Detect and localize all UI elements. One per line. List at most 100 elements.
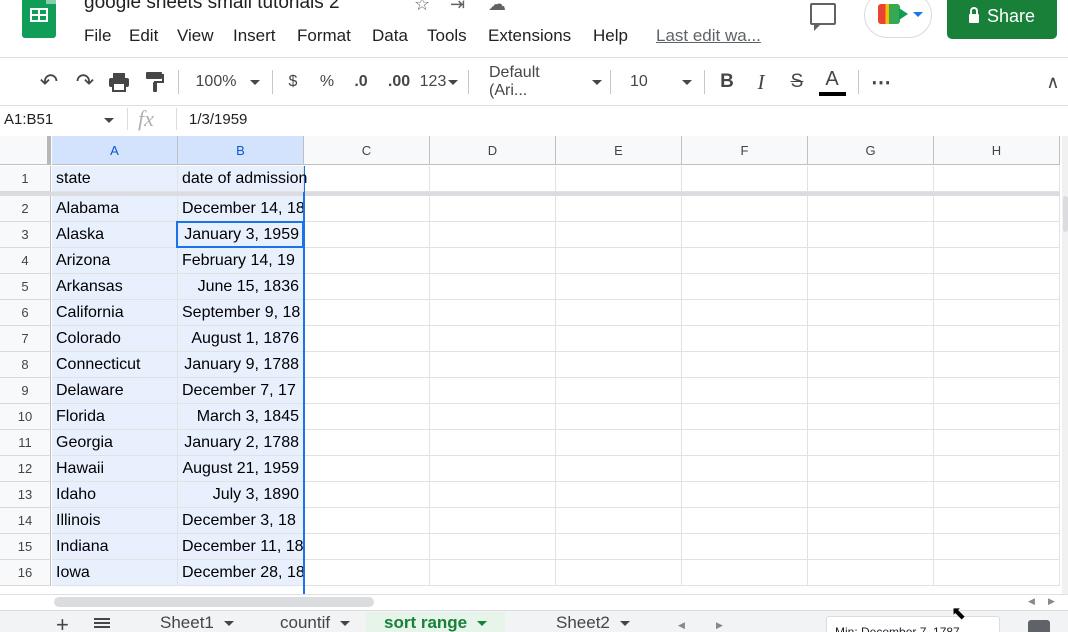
cell-d7[interactable] [430,326,556,352]
cell-a3[interactable]: Alaska [52,222,178,248]
cell-a4[interactable]: Arizona [52,248,178,274]
cell-e13[interactable] [556,482,682,508]
cell-b9[interactable]: December 7, 17 [178,378,304,404]
cell-e12[interactable] [556,456,682,482]
cell-c9[interactable] [304,378,430,404]
column-header-b[interactable]: B [178,136,304,165]
menu-file[interactable]: File [84,26,111,46]
row-header[interactable]: 11 [0,430,51,456]
comment-history-icon[interactable] [810,3,836,31]
cell-b3[interactable]: January 3, 1959 [178,222,304,248]
row-header[interactable]: 2 [0,196,51,222]
cell-e7[interactable] [556,326,682,352]
zoom-select[interactable]: 100% [188,68,268,96]
cell-g3[interactable] [808,222,934,248]
cell-e10[interactable] [556,404,682,430]
cell-h9[interactable] [934,378,1060,404]
move-icon[interactable]: ⇥ [450,0,465,15]
collapse-icon[interactable]: ∧ [1042,68,1064,96]
sheet-tab-countif[interactable]: countif [280,612,351,632]
more-icon[interactable]: ⋯ [868,68,894,96]
cell-c8[interactable] [304,352,430,378]
cell-a16[interactable]: Iowa [52,560,178,586]
cell-c6[interactable] [304,300,430,326]
cell-h6[interactable] [934,300,1060,326]
cell-a6[interactable]: California [52,300,178,326]
cell-e2[interactable] [556,196,682,222]
row-header[interactable]: 1 [0,166,51,192]
cell-e1[interactable] [556,166,682,192]
cell-d16[interactable] [430,560,556,586]
more-formats-select[interactable]: 123 [418,68,460,96]
cell-g5[interactable] [808,274,934,300]
tab-scroll-left-icon[interactable]: ◀ [678,620,685,631]
sheet-tab-sort-range[interactable]: sort range [366,612,506,632]
horizontal-scroll-thumb[interactable] [54,597,374,607]
cell-g1[interactable] [808,166,934,192]
cell-a10[interactable]: Florida [52,404,178,430]
cell-e9[interactable] [556,378,682,404]
cell-h2[interactable] [934,196,1060,222]
explore-icon[interactable] [1028,620,1050,632]
last-edit-link[interactable]: Last edit wa... [656,26,761,46]
cell-h5[interactable] [934,274,1060,300]
cell-e4[interactable] [556,248,682,274]
percent-format-button[interactable]: % [316,68,338,96]
cell-c4[interactable] [304,248,430,274]
chevron-down-icon[interactable] [340,620,351,626]
cell-c13[interactable] [304,482,430,508]
column-header-a[interactable]: A [52,136,178,165]
cell-b10[interactable]: March 3, 1845 [178,404,304,430]
vertical-scroll-thumb[interactable] [1063,196,1068,232]
cell-c14[interactable] [304,508,430,534]
column-header-e[interactable]: E [556,136,682,165]
sheets-logo-icon[interactable] [22,0,56,38]
menu-extensions[interactable]: Extensions [488,26,571,46]
redo-icon[interactable]: ↷ [72,68,98,96]
row-header[interactable]: 3 [0,222,51,248]
cell-c2[interactable] [304,196,430,222]
cell-f9[interactable] [682,378,808,404]
cell-h13[interactable] [934,482,1060,508]
cell-b13[interactable]: July 3, 1890 [178,482,304,508]
cell-g6[interactable] [808,300,934,326]
add-sheet-button[interactable]: + [56,612,69,632]
cell-g14[interactable] [808,508,934,534]
print-icon[interactable] [106,68,132,96]
document-title[interactable]: google sheets small tutorials 2 [84,0,340,14]
spreadsheet-grid[interactable]: A B C D E F G H 1 state date of admission 2 Alabama D… [0,136,1060,594]
cell-h15[interactable] [934,534,1060,560]
cell-f10[interactable] [682,404,808,430]
row-header[interactable]: 8 [0,352,51,378]
cell-d12[interactable] [430,456,556,482]
cell-c11[interactable] [304,430,430,456]
row-header[interactable]: 16 [0,560,51,586]
cell-a15[interactable]: Indiana [52,534,178,560]
all-sheets-menu-icon[interactable] [94,622,110,624]
cell-f4[interactable] [682,248,808,274]
menu-edit[interactable]: Edit [129,26,158,46]
name-box[interactable]: A1:B51 [4,111,53,128]
row-header[interactable]: 6 [0,300,51,326]
cell-a1[interactable]: state [52,166,178,192]
column-header-h[interactable]: H [934,136,1060,165]
cell-f5[interactable] [682,274,808,300]
cell-g10[interactable] [808,404,934,430]
font-family-select[interactable]: Default (Ari... [482,64,602,99]
bold-button[interactable]: B [716,68,738,96]
menu-tools[interactable]: Tools [427,26,467,46]
cell-h14[interactable] [934,508,1060,534]
cell-d14[interactable] [430,508,556,534]
cell-g7[interactable] [808,326,934,352]
cell-d15[interactable] [430,534,556,560]
cell-h3[interactable] [934,222,1060,248]
cell-e11[interactable] [556,430,682,456]
row-header[interactable]: 15 [0,534,51,560]
sheet-tab-sheet2[interactable]: Sheet2 [556,612,630,632]
cell-h7[interactable] [934,326,1060,352]
cell-g11[interactable] [808,430,934,456]
cell-g13[interactable] [808,482,934,508]
menu-insert[interactable]: Insert [233,26,276,46]
cell-b1[interactable]: date of admission [178,166,307,192]
cell-d2[interactable] [430,196,556,222]
